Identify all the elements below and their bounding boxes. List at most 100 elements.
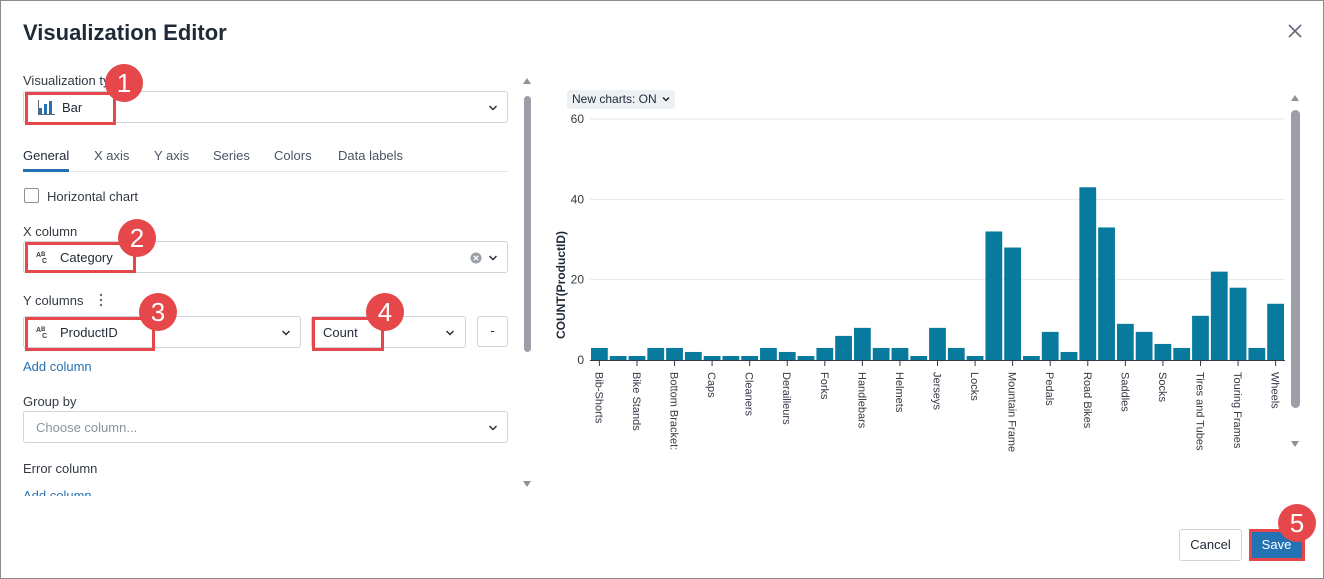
x-tick-label: Touring Frames [1231, 372, 1243, 449]
x-tick-label: Forks [818, 372, 830, 400]
bar[interactable] [1267, 303, 1284, 360]
chevron-down-icon [446, 330, 454, 336]
bar[interactable] [1173, 347, 1191, 360]
x-tick-label: Bib-Shorts [592, 372, 604, 424]
bar[interactable] [666, 347, 683, 360]
chevron-down-icon [489, 425, 497, 431]
cancel-button[interactable]: Cancel [1179, 529, 1242, 561]
chart-scroll-up-icon[interactable] [1291, 95, 1299, 101]
bar[interactable] [1041, 331, 1059, 360]
bar-chart: 0 20 40 60 Bib-Shorts Bike Stands Bottom Brac… [554, 112, 1285, 452]
horizontal-chart-checkbox[interactable] [24, 188, 39, 203]
annotation-badge-5: 5 [1278, 504, 1316, 542]
active-tab-indicator [23, 169, 69, 172]
x-tick-label: Bike Stands [630, 372, 642, 431]
x-tick-label: Pedals [1043, 372, 1055, 406]
bar[interactable] [760, 347, 777, 360]
bar[interactable] [1023, 355, 1040, 360]
x-tick-label: Saddles [1118, 372, 1130, 412]
new-charts-label: New charts: ON [572, 92, 657, 106]
bar[interactable] [1210, 271, 1228, 360]
tab-y-axis[interactable]: Y axis [154, 148, 189, 163]
bar[interactable] [628, 355, 646, 360]
error-column-label: Error column [23, 461, 98, 476]
bar[interactable] [1079, 187, 1097, 360]
annotation-badge-1: 1 [105, 64, 143, 102]
chevron-down-icon [489, 255, 497, 261]
left-scroll-thumb[interactable] [524, 96, 531, 352]
horizontal-chart-label: Horizontal chart [47, 189, 139, 204]
bar[interactable] [591, 347, 608, 360]
chevron-down-icon [662, 96, 670, 102]
close-icon[interactable] [1286, 22, 1304, 40]
y-tick-label: 40 [571, 192, 585, 206]
bar[interactable] [966, 355, 984, 360]
bar[interactable] [1229, 287, 1247, 360]
remove-y-column-button[interactable]: - [477, 316, 508, 347]
chart-scroll-down-icon[interactable] [1291, 441, 1299, 447]
bar[interactable] [647, 347, 665, 360]
highlight-y-column [25, 317, 155, 351]
bar[interactable] [778, 351, 796, 360]
bar[interactable] [910, 355, 928, 360]
scroll-down-icon[interactable] [523, 481, 531, 487]
bar[interactable] [1116, 323, 1134, 360]
y-tick-label: 60 [571, 112, 585, 126]
bar[interactable] [1248, 347, 1266, 360]
group-by-select[interactable]: Choose column... [23, 411, 508, 443]
dialog-title: Visualization Editor [23, 20, 227, 45]
bar[interactable] [797, 355, 815, 360]
bar[interactable] [985, 231, 1003, 360]
bar[interactable] [835, 335, 852, 360]
bar[interactable] [872, 347, 890, 360]
chevron-down-icon [489, 105, 497, 111]
annotation-badge-4: 4 [366, 293, 404, 331]
tab-data-labels[interactable]: Data labels [338, 148, 403, 163]
bar[interactable] [1192, 315, 1209, 360]
x-tick-label: Mountain Frame [1006, 372, 1018, 452]
annotation-badge-2: 2 [118, 219, 156, 257]
bar[interactable] [722, 355, 740, 360]
bar[interactable] [891, 347, 909, 360]
tab-series[interactable]: Series [213, 148, 250, 163]
bar[interactable] [609, 355, 627, 360]
chart-scroll-thumb[interactable] [1291, 110, 1300, 408]
x-tick-label: Jerseys [931, 372, 943, 410]
tab-x-axis[interactable]: X axis [94, 148, 129, 163]
bar[interactable] [1098, 227, 1115, 360]
error-add-column-clip: Add column [23, 486, 223, 496]
editor-tabs: General X axis Y axis Series Colors Data… [23, 146, 508, 172]
x-tick-label: Derailleurs [780, 372, 792, 425]
error-add-column-link[interactable]: Add column [23, 488, 92, 496]
kebab-menu-icon[interactable] [98, 293, 104, 307]
bar[interactable] [947, 347, 965, 360]
bar[interactable] [1135, 331, 1153, 360]
bar[interactable] [703, 355, 721, 360]
bar[interactable] [1004, 247, 1022, 360]
scroll-up-icon[interactable] [523, 78, 531, 84]
x-column-label: X column [23, 224, 78, 239]
bar[interactable] [1060, 351, 1078, 360]
add-column-link[interactable]: Add column [23, 359, 92, 374]
bar[interactable] [1154, 343, 1172, 360]
bar[interactable] [684, 351, 702, 360]
y-columns-label: Y columns [23, 293, 84, 308]
x-tick-label: Handlebars [855, 372, 867, 429]
bar[interactable] [929, 327, 946, 360]
group-by-label: Group by [23, 394, 77, 409]
x-tick-label: Tires and Tubes [1193, 372, 1205, 451]
x-tick-label: Road Bikes [1081, 372, 1093, 429]
bar[interactable] [741, 355, 759, 360]
x-tick-label: Socks [1156, 372, 1168, 402]
tab-general[interactable]: General [23, 148, 69, 163]
x-tick-label: Wheels [1269, 372, 1281, 409]
bar[interactable] [853, 327, 871, 360]
bar[interactable] [816, 347, 834, 360]
y-tick-label: 20 [571, 273, 585, 287]
x-tick-label: Locks [968, 372, 980, 401]
chevron-down-icon [282, 330, 290, 336]
x-tick-label: Caps [705, 372, 717, 398]
y-tick-label: 0 [577, 353, 584, 367]
tab-colors[interactable]: Colors [274, 148, 312, 163]
clear-icon[interactable] [470, 252, 482, 264]
